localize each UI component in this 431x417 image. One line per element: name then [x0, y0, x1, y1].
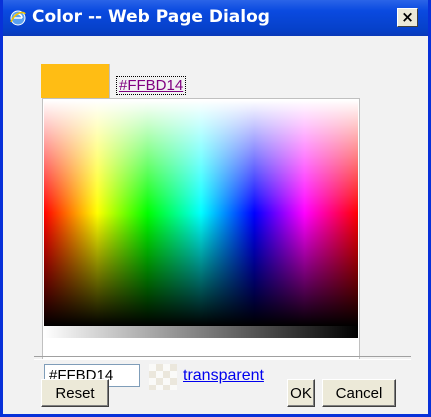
cancel-button[interactable]: Cancel — [322, 379, 396, 407]
ie-icon — [10, 10, 26, 26]
color-picker-panel — [42, 98, 360, 360]
dialog-window: Color -- Web Page Dialog × #FFBD14 trans… — [0, 0, 431, 417]
close-icon: × — [401, 8, 414, 26]
transparent-swatch[interactable] — [149, 364, 177, 390]
titlebar[interactable]: Color -- Web Page Dialog × — [3, 0, 428, 36]
selected-color-swatch — [41, 64, 110, 98]
selected-color-hex-link[interactable]: #FFBD14 — [116, 76, 187, 95]
divider — [34, 356, 411, 360]
reset-button[interactable]: Reset — [41, 379, 109, 407]
transparent-link[interactable]: transparent — [183, 367, 264, 385]
window-title: Color -- Web Page Dialog — [32, 7, 270, 27]
close-button[interactable]: × — [397, 8, 418, 27]
color-spectrum[interactable] — [44, 100, 358, 326]
spectrum-black-layer — [44, 100, 358, 326]
ok-button[interactable]: OK — [287, 379, 315, 407]
dialog-content: #FFBD14 transparent Reset OK Cancel — [3, 36, 428, 414]
grayscale-bar[interactable] — [44, 326, 358, 338]
